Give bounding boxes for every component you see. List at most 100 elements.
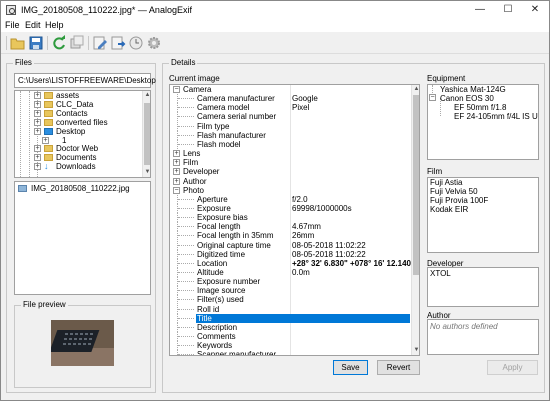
revert-button[interactable]: Revert [377, 360, 420, 375]
file-list-item[interactable]: IMG_20180508_110222.jpg [31, 184, 130, 193]
property-category[interactable]: + Film [170, 158, 411, 167]
property-value[interactable]: Google [292, 94, 318, 103]
property-category[interactable]: + Developer [170, 167, 411, 176]
maximize-button[interactable]: ☐ [494, 1, 522, 19]
expand-icon[interactable]: + [173, 168, 180, 176]
developer-item[interactable]: XTOL [430, 269, 451, 278]
collapse-icon[interactable]: − [173, 186, 180, 194]
scroll-up-arrow-icon[interactable]: ▲ [143, 91, 150, 100]
film-item[interactable]: Fuji Velvia 50 [430, 187, 478, 196]
export-icon[interactable] [110, 35, 126, 51]
scroll-down-arrow-icon[interactable]: ▼ [412, 346, 419, 355]
property-row[interactable]: Film type [170, 121, 411, 131]
property-row[interactable]: Focal length in 35mm 26mm [170, 231, 411, 241]
property-row[interactable]: Aperture f/2.0 [170, 194, 411, 204]
scroll-down-arrow-icon[interactable]: ▼ [143, 168, 150, 177]
property-category[interactable]: − Photo [170, 186, 411, 195]
property-row[interactable]: Keywords [170, 341, 411, 351]
expand-icon[interactable]: + [173, 159, 180, 167]
equipment-item[interactable]: Canon EOS 30 [440, 94, 494, 103]
property-value[interactable]: 08-05-2018 11:02:22 [292, 250, 366, 259]
property-value[interactable]: 0.0m [292, 268, 310, 277]
property-row[interactable]: Exposure 69998/1000000s [170, 203, 411, 213]
properties-scrollbar[interactable]: ▲ ▼ [411, 85, 419, 355]
edit-metadata-icon[interactable] [92, 35, 108, 51]
property-row[interactable]: Camera manufacturer Google [170, 94, 411, 104]
property-category[interactable]: + Lens [170, 149, 411, 158]
scroll-thumb[interactable] [413, 95, 419, 275]
collapse-icon[interactable]: − [173, 86, 180, 93]
property-row[interactable]: Exposure bias [170, 213, 411, 223]
equipment-item[interactable]: EF 24-105mm f/4L IS U... [454, 112, 538, 121]
property-row[interactable]: Flash model [170, 139, 411, 149]
save-icon[interactable] [28, 35, 44, 51]
expand-icon[interactable]: + [34, 163, 41, 171]
scroll-up-arrow-icon[interactable]: ▲ [412, 85, 419, 94]
collapse-icon[interactable]: − [429, 94, 436, 101]
expand-icon[interactable]: + [34, 118, 41, 126]
equipment-tree[interactable]: − Yashica Mat-124G Canon EOS 30 EF 50mm … [427, 84, 539, 160]
property-row[interactable]: Location +28° 32' 6.830" +078° 16' 12.140… [170, 258, 415, 268]
expand-icon[interactable]: + [34, 145, 41, 153]
equipment-item[interactable]: Yashica Mat-124G [440, 85, 506, 94]
property-row[interactable]: Original capture time 08-05-2018 11:02:22 [170, 240, 411, 250]
gear-icon[interactable] [146, 35, 162, 51]
clock-icon[interactable] [128, 35, 144, 51]
open-folder-icon[interactable] [10, 35, 26, 51]
menu-file[interactable]: File [5, 20, 20, 30]
file-list[interactable]: IMG_20180508_110222.jpg [14, 181, 151, 295]
expand-icon[interactable]: + [34, 127, 41, 135]
developer-list[interactable]: XTOL [427, 267, 539, 307]
property-row[interactable]: Filter(s) used [170, 295, 411, 305]
author-list[interactable]: No authors defined [427, 319, 539, 355]
expand-icon[interactable]: + [42, 136, 49, 144]
property-row[interactable]: Scanner manufacturer [170, 350, 411, 355]
property-row[interactable]: Title [170, 313, 411, 323]
path-input[interactable]: C:\Users\LISTOFFREEWARE\Desktop [14, 73, 156, 88]
property-value[interactable]: +28° 32' 6.830" +078° 16' 12.140" [292, 259, 415, 268]
property-category[interactable]: + Author [170, 177, 411, 186]
property-row[interactable]: Camera serial number [170, 112, 411, 122]
property-category[interactable]: − Camera [170, 85, 411, 94]
folder-tree[interactable]: + assets + CLC_Data + Contacts + converted file… [14, 90, 151, 178]
scroll-thumb[interactable] [144, 103, 150, 165]
copy-metadata-icon[interactable] [69, 35, 85, 51]
properties-tree[interactable]: − Camera Camera manufacturer Google Camera m… [169, 84, 420, 356]
property-row[interactable]: Comments [170, 332, 411, 342]
property-value[interactable]: 26mm [292, 231, 314, 240]
property-row[interactable]: Roll id [170, 304, 411, 314]
expand-icon[interactable]: + [34, 154, 41, 162]
property-row[interactable]: Digitized time 08-05-2018 11:02:22 [170, 249, 411, 259]
equipment-item[interactable]: EF 50mm f/1.8 [454, 103, 506, 112]
tree-scrollbar[interactable]: ▲ ▼ [142, 91, 150, 177]
property-row[interactable]: Exposure number [170, 277, 411, 287]
property-row[interactable]: Focal length 4.67mm [170, 222, 411, 232]
menu-help[interactable]: Help [45, 20, 64, 30]
apply-button[interactable]: Apply [487, 360, 538, 375]
menu-edit[interactable]: Edit [25, 20, 41, 30]
expand-icon[interactable]: + [34, 92, 41, 99]
tree-line [29, 91, 30, 177]
property-row[interactable]: Altitude 0.0m [170, 268, 411, 277]
expand-icon[interactable]: + [173, 177, 180, 185]
property-row[interactable]: Flash manufacturer [170, 130, 411, 140]
property-value[interactable]: Pixel [292, 103, 309, 112]
expand-icon[interactable]: + [34, 100, 41, 108]
film-item[interactable]: Kodak EIR [430, 205, 468, 214]
property-value[interactable]: 4.67mm [292, 222, 321, 231]
film-item[interactable]: Fuji Provia 100F [430, 196, 488, 205]
close-button[interactable]: ✕ [521, 1, 549, 19]
film-list[interactable]: Fuji Astia Fuji Velvia 50 Fuji Provia 10… [427, 177, 539, 253]
property-row[interactable]: Image source [170, 286, 411, 296]
property-value[interactable]: f/2.0 [292, 195, 308, 204]
minimize-button[interactable]: — [466, 1, 494, 19]
property-value[interactable]: 08-05-2018 11:02:22 [292, 241, 366, 250]
expand-icon[interactable]: + [173, 150, 180, 158]
expand-icon[interactable]: + [34, 109, 41, 117]
property-row[interactable]: Description [170, 322, 411, 332]
save-button[interactable]: Save [333, 360, 368, 375]
property-value[interactable]: 69998/1000000s [292, 204, 352, 213]
refresh-icon[interactable] [51, 35, 67, 51]
property-row[interactable]: Camera model Pixel [170, 103, 411, 113]
film-item[interactable]: Fuji Astia [430, 178, 462, 187]
